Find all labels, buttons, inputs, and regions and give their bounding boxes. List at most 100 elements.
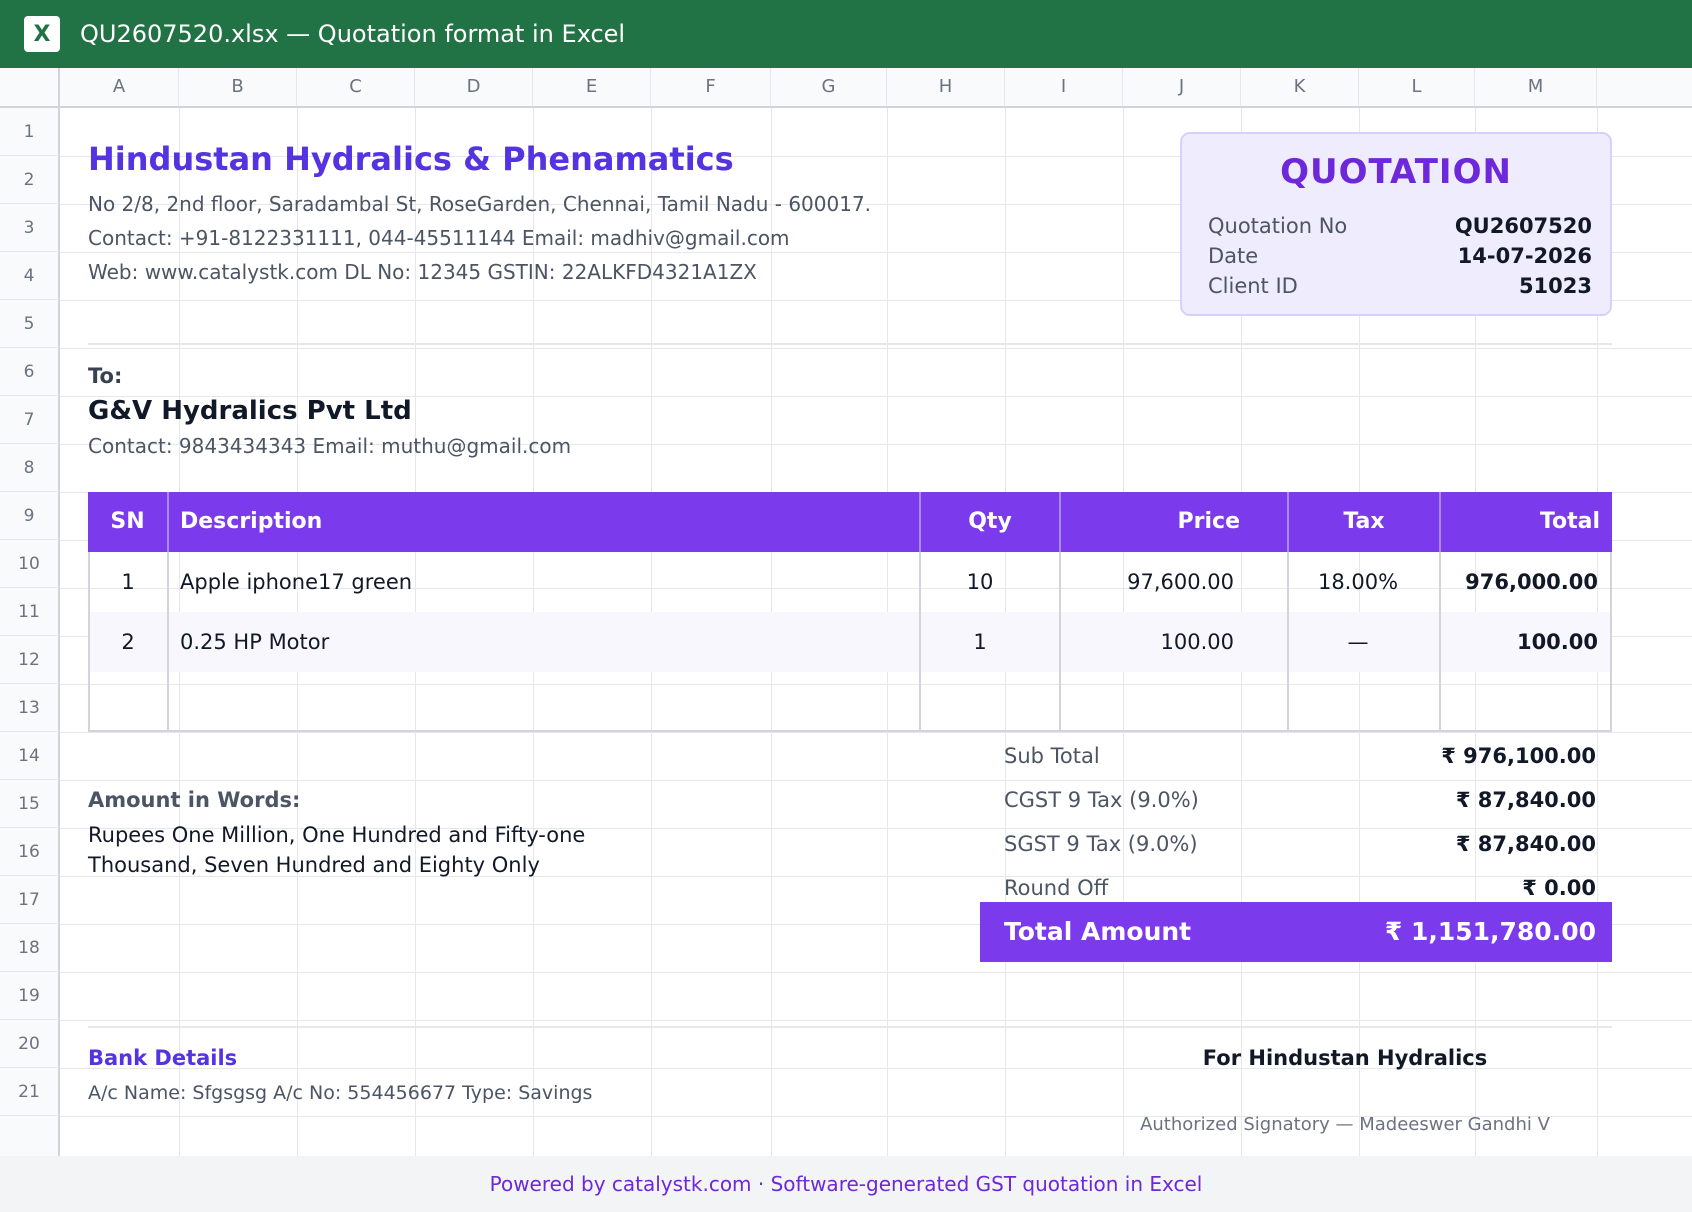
title-bar: X QU2607520.xlsx — Quotation format in E… bbox=[0, 0, 1692, 68]
quotation-no-value: QU2607520 bbox=[1454, 214, 1592, 238]
row-header-10[interactable]: 10 bbox=[0, 540, 60, 588]
cell-qty[interactable]: 10 bbox=[920, 552, 1040, 612]
row-header-21[interactable]: 21 bbox=[0, 1068, 60, 1116]
cgst-label: CGST 9 Tax (9.0%) bbox=[1004, 788, 1199, 812]
column-header-b[interactable]: B bbox=[179, 68, 297, 106]
row-header-9[interactable]: 9 bbox=[0, 492, 60, 540]
column-header-g[interactable]: G bbox=[771, 68, 887, 106]
date-label: Date bbox=[1208, 244, 1259, 268]
column-header-f[interactable]: F bbox=[651, 68, 771, 106]
header-divider bbox=[1439, 492, 1441, 552]
grid-line bbox=[60, 780, 1692, 781]
round-off-value: ₹ 0.00 bbox=[1522, 876, 1596, 900]
column-header-c[interactable]: C bbox=[297, 68, 415, 106]
to-label: To: bbox=[88, 364, 123, 388]
table-row[interactable]: 1 Apple iphone17 green 10 97,600.00 18.0… bbox=[90, 552, 1610, 612]
grid-line bbox=[60, 972, 1692, 973]
cell-sn[interactable]: 2 bbox=[90, 612, 166, 672]
row-header-16[interactable]: 16 bbox=[0, 828, 60, 876]
column-header-h[interactable]: H bbox=[887, 68, 1005, 106]
column-header-row: A B C D E F G H I J K L M bbox=[0, 68, 1692, 108]
sgst-value: ₹ 87,840.00 bbox=[1455, 832, 1596, 856]
subtotal-label: Sub Total bbox=[1004, 744, 1100, 768]
cell-description[interactable]: Apple iphone17 green bbox=[180, 552, 412, 612]
row-header-6[interactable]: 6 bbox=[0, 348, 60, 396]
row-header-7[interactable]: 7 bbox=[0, 396, 60, 444]
column-header-k[interactable]: K bbox=[1241, 68, 1359, 106]
section-divider bbox=[88, 1026, 1612, 1028]
bank-details-label: Bank Details bbox=[88, 1046, 238, 1070]
row-header-15[interactable]: 15 bbox=[0, 780, 60, 828]
client-id-value: 51023 bbox=[1518, 274, 1592, 298]
cell-description[interactable]: 0.25 HP Motor bbox=[180, 612, 329, 672]
total-amount-label: Total Amount bbox=[1004, 917, 1192, 946]
row-header-1[interactable]: 1 bbox=[0, 108, 60, 156]
cgst-value: ₹ 87,840.00 bbox=[1455, 788, 1596, 812]
amount-in-words-text: Rupees One Million, One Hundred and Fift… bbox=[88, 823, 586, 877]
cell-qty[interactable]: 1 bbox=[920, 612, 1040, 672]
row-header-3[interactable]: 3 bbox=[0, 204, 60, 252]
select-all-corner[interactable] bbox=[0, 68, 60, 106]
subtotal-value: ₹ 976,100.00 bbox=[1441, 744, 1596, 768]
company-address: No 2/8, 2nd floor, Saradambal St, RoseGa… bbox=[88, 192, 872, 216]
window-title: QU2607520.xlsx — Quotation format in Exc… bbox=[80, 20, 626, 48]
quotation-info-box: QUOTATION Quotation No QU2607520 Date 14… bbox=[1180, 132, 1612, 316]
cell-price[interactable]: 97,600.00 bbox=[1062, 552, 1234, 612]
row-header-5[interactable]: 5 bbox=[0, 300, 60, 348]
column-header-l[interactable]: L bbox=[1359, 68, 1475, 106]
row-header-19[interactable]: 19 bbox=[0, 972, 60, 1020]
cell-tax[interactable]: — bbox=[1290, 612, 1426, 672]
column-header-m[interactable]: M bbox=[1475, 68, 1597, 106]
authorized-signatory: Authorized Signatory — Madeeswer Gandhi … bbox=[1140, 1114, 1550, 1135]
grid-line bbox=[60, 732, 1692, 733]
row-header-17[interactable]: 17 bbox=[0, 876, 60, 924]
for-company-label: For Hindustan Hydralics bbox=[1202, 1046, 1488, 1070]
company-web: Web: www.catalystk.com DL No: 12345 GSTI… bbox=[88, 260, 757, 284]
column-header-j[interactable]: J bbox=[1123, 68, 1241, 106]
cell-total[interactable]: 100.00 bbox=[1440, 612, 1598, 672]
client-name: G&V Hydralics Pvt Ltd bbox=[88, 396, 412, 426]
column-header-i[interactable]: I bbox=[1005, 68, 1123, 106]
grid-line bbox=[60, 348, 1692, 349]
row-header-11[interactable]: 11 bbox=[0, 588, 60, 636]
excel-app-icon: X bbox=[24, 16, 60, 52]
row-header-13[interactable]: 13 bbox=[0, 684, 60, 732]
cell-sn[interactable]: 1 bbox=[90, 552, 166, 612]
header-total[interactable]: Total bbox=[1440, 492, 1600, 552]
quotation-no-label: Quotation No bbox=[1208, 214, 1348, 238]
row-header-2[interactable]: 2 bbox=[0, 156, 60, 204]
header-description[interactable]: Description bbox=[180, 492, 322, 552]
column-header-e[interactable]: E bbox=[533, 68, 651, 106]
row-header-14[interactable]: 14 bbox=[0, 732, 60, 780]
column-header-a[interactable]: A bbox=[60, 68, 179, 106]
items-table-header: SN Description Qty Price Tax Total bbox=[88, 492, 1612, 552]
header-qty[interactable]: Qty bbox=[920, 492, 1060, 552]
quotation-heading: QUOTATION bbox=[1280, 152, 1512, 192]
grid-line bbox=[60, 1020, 1692, 1021]
date-value: 14-07-2026 bbox=[1457, 244, 1592, 268]
cell-tax[interactable]: 18.00% bbox=[1290, 552, 1426, 612]
table-row[interactable]: 2 0.25 HP Motor 1 100.00 — 100.00 bbox=[90, 612, 1610, 672]
header-divider bbox=[1059, 492, 1061, 552]
header-divider bbox=[1287, 492, 1289, 552]
row-header-8[interactable]: 8 bbox=[0, 444, 60, 492]
header-divider bbox=[167, 492, 169, 552]
row-header-18[interactable]: 18 bbox=[0, 924, 60, 972]
company-contact: Contact: +91-8122331111, 044-45511144 Em… bbox=[88, 226, 790, 250]
row-header-20[interactable]: 20 bbox=[0, 1020, 60, 1068]
header-divider bbox=[919, 492, 921, 552]
column-header-d[interactable]: D bbox=[415, 68, 533, 106]
cell-price[interactable]: 100.00 bbox=[1062, 612, 1234, 672]
header-sn[interactable]: SN bbox=[88, 492, 167, 552]
section-divider bbox=[88, 343, 1612, 345]
cell-total[interactable]: 976,000.00 bbox=[1440, 552, 1598, 612]
client-id-label: Client ID bbox=[1208, 274, 1298, 298]
bank-details-text: A/c Name: Sfgsgsg A/c No: 554456677 Type… bbox=[88, 1082, 593, 1104]
row-header-4[interactable]: 4 bbox=[0, 252, 60, 300]
row-header-12[interactable]: 12 bbox=[0, 636, 60, 684]
footer-text[interactable]: Powered by catalystk.com · Software-gene… bbox=[0, 1172, 1692, 1196]
header-tax[interactable]: Tax bbox=[1288, 492, 1440, 552]
header-price[interactable]: Price bbox=[1062, 492, 1240, 552]
round-off-label: Round Off bbox=[1004, 876, 1109, 900]
sgst-label: SGST 9 Tax (9.0%) bbox=[1004, 832, 1198, 856]
